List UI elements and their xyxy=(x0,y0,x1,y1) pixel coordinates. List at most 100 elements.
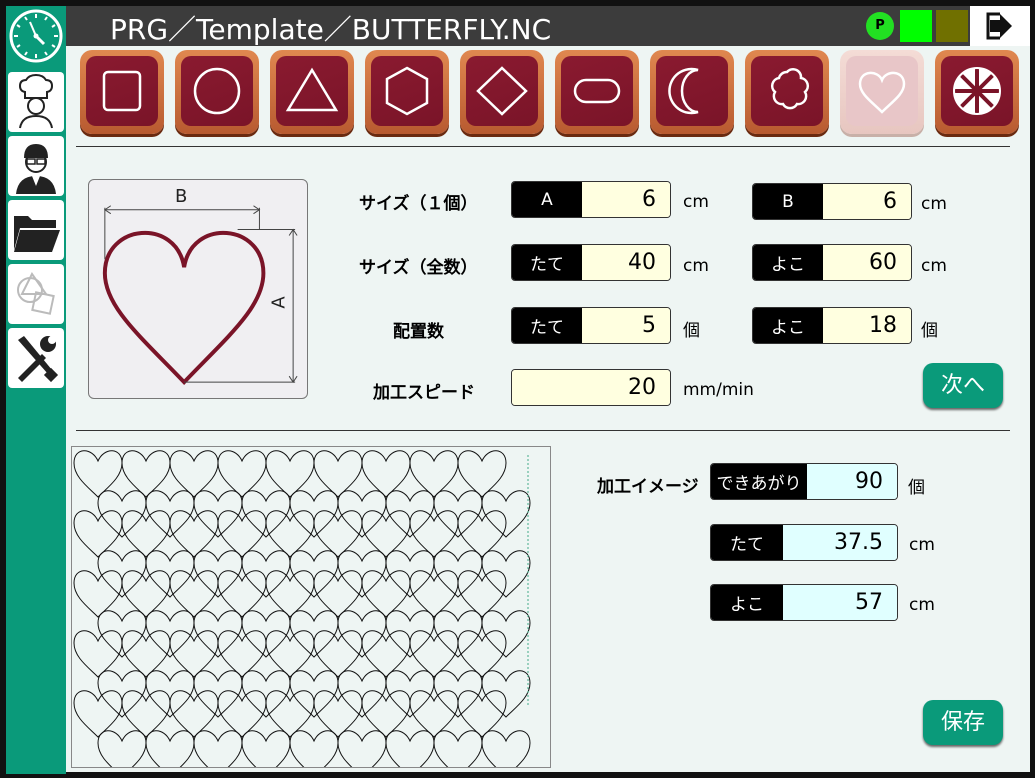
total-width-value[interactable]: 60 xyxy=(823,245,911,280)
size-b-field[interactable]: B 6 xyxy=(752,183,912,220)
pattern-heart xyxy=(361,690,411,738)
pattern-heart xyxy=(361,630,411,678)
pattern-heart-offset xyxy=(145,490,195,538)
pattern-heart-offset xyxy=(145,550,195,598)
pattern-heart-offset xyxy=(337,730,387,778)
result-height-value: 37.5 xyxy=(783,525,897,560)
sidebar xyxy=(6,6,66,774)
window-title: PRG／Template／BUTTERFLY.NC xyxy=(110,13,552,46)
size-single-label: サイズ（１個） xyxy=(359,194,478,214)
shape-heart-button[interactable] xyxy=(840,50,924,134)
chef-icon[interactable] xyxy=(8,72,64,132)
size-a-field[interactable]: A 6 xyxy=(511,181,671,218)
total-height-field[interactable]: たて 40 xyxy=(511,244,671,281)
speed-field[interactable]: 20 xyxy=(511,369,671,406)
save-button[interactable]: 保存 xyxy=(923,700,1003,745)
pattern-heart-offset xyxy=(433,550,483,598)
folder-icon[interactable] xyxy=(8,200,64,260)
total-width-unit: cm xyxy=(921,256,947,276)
divider-middle xyxy=(76,430,1010,431)
logout-button[interactable] xyxy=(970,6,1030,46)
pattern-heart-offset xyxy=(337,490,387,538)
result-height-tag: たて xyxy=(711,525,783,560)
pattern-heart xyxy=(457,630,507,678)
next-button[interactable]: 次へ xyxy=(923,363,1003,408)
shape-circle-button[interactable] xyxy=(175,50,259,134)
pattern-heart xyxy=(217,690,267,738)
pattern-heart xyxy=(457,510,507,558)
speed-label: 加工スピード xyxy=(373,383,475,403)
pattern-heart-offset xyxy=(385,490,435,538)
size-a-value[interactable]: 6 xyxy=(582,182,670,217)
result-width-value: 57 xyxy=(783,585,897,620)
pattern-heart-offset xyxy=(193,490,243,538)
pattern-heart xyxy=(361,510,411,558)
total-height-value[interactable]: 40 xyxy=(582,245,670,280)
pattern-heart-offset xyxy=(337,550,387,598)
shape-triangle-button[interactable] xyxy=(270,50,354,134)
pattern-heart xyxy=(217,570,267,618)
shape-square-button[interactable] xyxy=(80,50,164,134)
shape-crescent-button[interactable] xyxy=(650,50,734,134)
tools-icon[interactable] xyxy=(8,328,64,388)
pattern-heart-offset xyxy=(481,670,531,718)
count-width-field[interactable]: よこ 18 xyxy=(752,307,912,344)
total-height-unit: cm xyxy=(683,256,709,276)
pattern-heart xyxy=(409,510,459,558)
pattern-heart-offset xyxy=(145,670,195,718)
total-width-field[interactable]: よこ 60 xyxy=(752,244,912,281)
pattern-heart-offset xyxy=(97,490,147,538)
count-height-tag: たて xyxy=(512,308,582,343)
pattern-heart xyxy=(265,690,315,738)
pattern-heart-offset xyxy=(97,730,147,778)
pattern-heart-offset xyxy=(97,550,147,598)
pattern-heart-offset xyxy=(289,730,339,778)
pattern-heart xyxy=(361,570,411,618)
pattern-heart xyxy=(169,510,219,558)
operator-icon[interactable] xyxy=(8,136,64,196)
result-height-field: たて 37.5 xyxy=(710,524,898,561)
count-height-value[interactable]: 5 xyxy=(582,308,670,343)
count-height-field[interactable]: たて 5 xyxy=(511,307,671,344)
pattern-heart xyxy=(457,450,507,498)
speed-value[interactable]: 20 xyxy=(512,370,670,405)
shape-diamond-button[interactable] xyxy=(460,50,544,134)
pattern-heart xyxy=(169,690,219,738)
pattern-heart xyxy=(217,630,267,678)
pattern-heart-offset xyxy=(385,610,435,658)
shape-rounded-rect-button[interactable] xyxy=(555,50,639,134)
clock-icon[interactable] xyxy=(8,8,64,64)
count-width-tag: よこ xyxy=(753,308,823,343)
size-b-unit: cm xyxy=(921,194,947,214)
status-indicator-olive xyxy=(936,10,968,42)
pattern-heart xyxy=(217,450,267,498)
logout-icon xyxy=(986,12,1012,40)
pattern-heart-offset xyxy=(289,490,339,538)
pattern-heart xyxy=(409,630,459,678)
pattern-heart xyxy=(457,570,507,618)
result-label: 加工イメージ xyxy=(597,477,699,497)
pattern-heart xyxy=(265,450,315,498)
pattern-heart-offset xyxy=(145,610,195,658)
pattern-heart-offset xyxy=(385,670,435,718)
preview-label-a: A xyxy=(268,296,290,309)
finished-count-field: できあがり 90 xyxy=(710,463,898,500)
count-width-unit: 個 xyxy=(921,321,938,341)
pattern-heart-offset xyxy=(289,550,339,598)
divider-top xyxy=(76,146,1010,147)
count-width-value[interactable]: 18 xyxy=(823,308,911,343)
size-total-label: サイズ（全数） xyxy=(359,258,478,278)
pattern-heart-offset xyxy=(385,550,435,598)
shape-flower-button[interactable] xyxy=(745,50,829,134)
pattern-heart xyxy=(265,510,315,558)
main-panel: B A サイズ（１個） A 6 cm B 6 cm サイズ（全数） たて 40 … xyxy=(66,46,1030,778)
pattern-heart xyxy=(169,630,219,678)
shapes-icon[interactable] xyxy=(8,264,64,324)
shape-hexagon-button[interactable] xyxy=(365,50,449,134)
shape-wheel-button[interactable] xyxy=(935,50,1019,134)
pattern-heart xyxy=(121,570,171,618)
pattern-heart xyxy=(409,570,459,618)
pattern-heart xyxy=(265,570,315,618)
pattern-heart-offset xyxy=(193,670,243,718)
size-b-value[interactable]: 6 xyxy=(823,184,911,219)
